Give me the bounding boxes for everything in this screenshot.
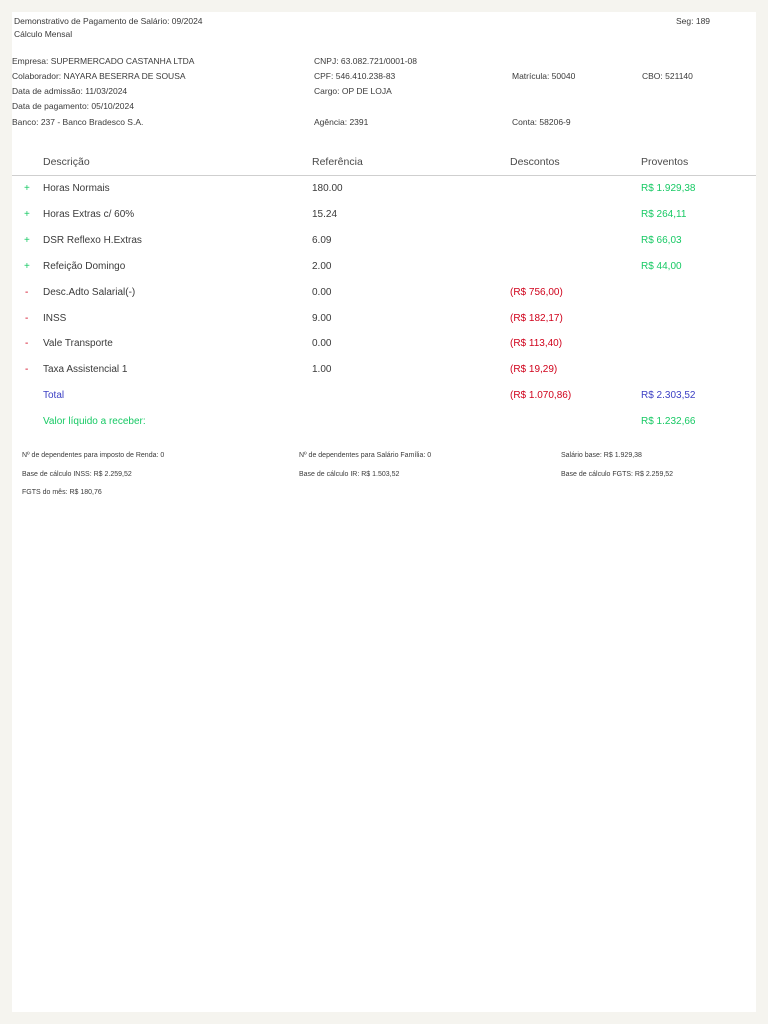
item-earning: R$ 1.929,38 bbox=[641, 183, 696, 194]
salario-base: Salário base: R$ 1.929,38 bbox=[561, 452, 642, 459]
item-description: INSS bbox=[43, 313, 67, 324]
col-header-referencia: Referência bbox=[312, 156, 363, 168]
item-description: Desc.Adto Salarial(-) bbox=[43, 287, 136, 298]
item-discount: (R$ 182,17) bbox=[510, 313, 563, 324]
cargo: Cargo: OP DE LOJA bbox=[314, 86, 392, 96]
total-descontos: (R$ 1.070,86) bbox=[510, 390, 572, 401]
net-pay-label: Valor líquido a receber: bbox=[43, 416, 146, 427]
payslip-sheet: Demonstrativo de Pagamento de Salário: 0… bbox=[12, 12, 756, 1012]
item-reference: 15.24 bbox=[312, 209, 338, 220]
item-sign: - bbox=[25, 338, 29, 349]
item-sign: - bbox=[25, 313, 29, 324]
dependentes-ir: Nº de dependentes para imposto de Renda:… bbox=[22, 452, 165, 459]
conta: Conta: 58206-9 bbox=[512, 117, 571, 127]
item-description: DSR Reflexo H.Extras bbox=[43, 235, 142, 246]
item-description: Horas Extras c/ 60% bbox=[43, 209, 135, 220]
col-header-proventos: Proventos bbox=[641, 156, 689, 168]
base-calculo-ir: Base de cálculo IR: R$ 1.503,52 bbox=[299, 471, 400, 478]
col-header-descricao: Descrição bbox=[43, 156, 90, 168]
fgts-mes: FGTS do mês: R$ 180,76 bbox=[22, 489, 102, 496]
item-description: Taxa Assistencial 1 bbox=[43, 364, 128, 375]
item-discount: (R$ 113,40) bbox=[510, 338, 563, 349]
seg-number: Seg: 189 bbox=[676, 16, 711, 26]
item-reference: 6.09 bbox=[312, 235, 332, 246]
banco: Banco: 237 - Banco Bradesco S.A. bbox=[12, 117, 144, 127]
item-description: Refeição Domingo bbox=[43, 261, 126, 272]
item-reference: 0.00 bbox=[312, 287, 332, 298]
item-earning: R$ 66,03 bbox=[641, 235, 682, 246]
item-sign: + bbox=[24, 183, 30, 194]
base-calculo-inss: Base de cálculo INSS: R$ 2.259,52 bbox=[22, 471, 132, 478]
item-sign: + bbox=[24, 235, 30, 246]
cpf: CPF: 546.410.238-83 bbox=[314, 71, 396, 81]
item-reference: 9.00 bbox=[312, 313, 332, 324]
item-discount: (R$ 19,29) bbox=[510, 364, 558, 375]
cnpj: CNPJ: 63.082.721/0001-08 bbox=[314, 56, 418, 66]
dependentes-salario-familia: Nº de dependentes para Salário Família: … bbox=[299, 452, 432, 459]
agencia: Agência: 2391 bbox=[314, 117, 369, 127]
base-calculo-fgts: Base de cálculo FGTS: R$ 2.259,52 bbox=[561, 471, 674, 478]
item-description: Vale Transporte bbox=[43, 338, 113, 349]
net-pay-value: R$ 1.232,66 bbox=[641, 416, 696, 427]
total-proventos: R$ 2.303,52 bbox=[641, 390, 696, 401]
empresa: Empresa: SUPERMERCADO CASTANHA LTDA bbox=[12, 56, 195, 66]
item-earning: R$ 264,11 bbox=[641, 209, 687, 220]
item-earning: R$ 44,00 bbox=[641, 261, 682, 272]
item-reference: 1.00 bbox=[312, 364, 332, 375]
item-description: Horas Normais bbox=[43, 183, 110, 194]
total-label: Total bbox=[43, 390, 65, 401]
item-sign: + bbox=[24, 261, 30, 272]
item-sign: + bbox=[24, 209, 30, 220]
data-pagamento: Data de pagamento: 05/10/2024 bbox=[12, 101, 134, 111]
item-reference: 2.00 bbox=[312, 261, 332, 272]
matricula: Matrícula: 50040 bbox=[512, 71, 576, 81]
item-reference: 180.00 bbox=[312, 183, 343, 194]
cbo: CBO: 521140 bbox=[642, 71, 693, 81]
item-discount: (R$ 756,00) bbox=[510, 287, 563, 298]
item-sign: - bbox=[25, 364, 29, 375]
colaborador: Colaborador: NAYARA BESERRA DE SOUSA bbox=[12, 71, 186, 81]
item-reference: 0.00 bbox=[312, 338, 332, 349]
item-sign: - bbox=[25, 287, 29, 298]
data-admissao: Data de admissão: 11/03/2024 bbox=[12, 86, 128, 96]
col-header-descontos: Descontos bbox=[510, 156, 560, 168]
header-divider bbox=[12, 175, 756, 176]
document-subtitle: Cálculo Mensal bbox=[14, 29, 73, 39]
document-title: Demonstrativo de Pagamento de Salário: 0… bbox=[14, 16, 203, 26]
